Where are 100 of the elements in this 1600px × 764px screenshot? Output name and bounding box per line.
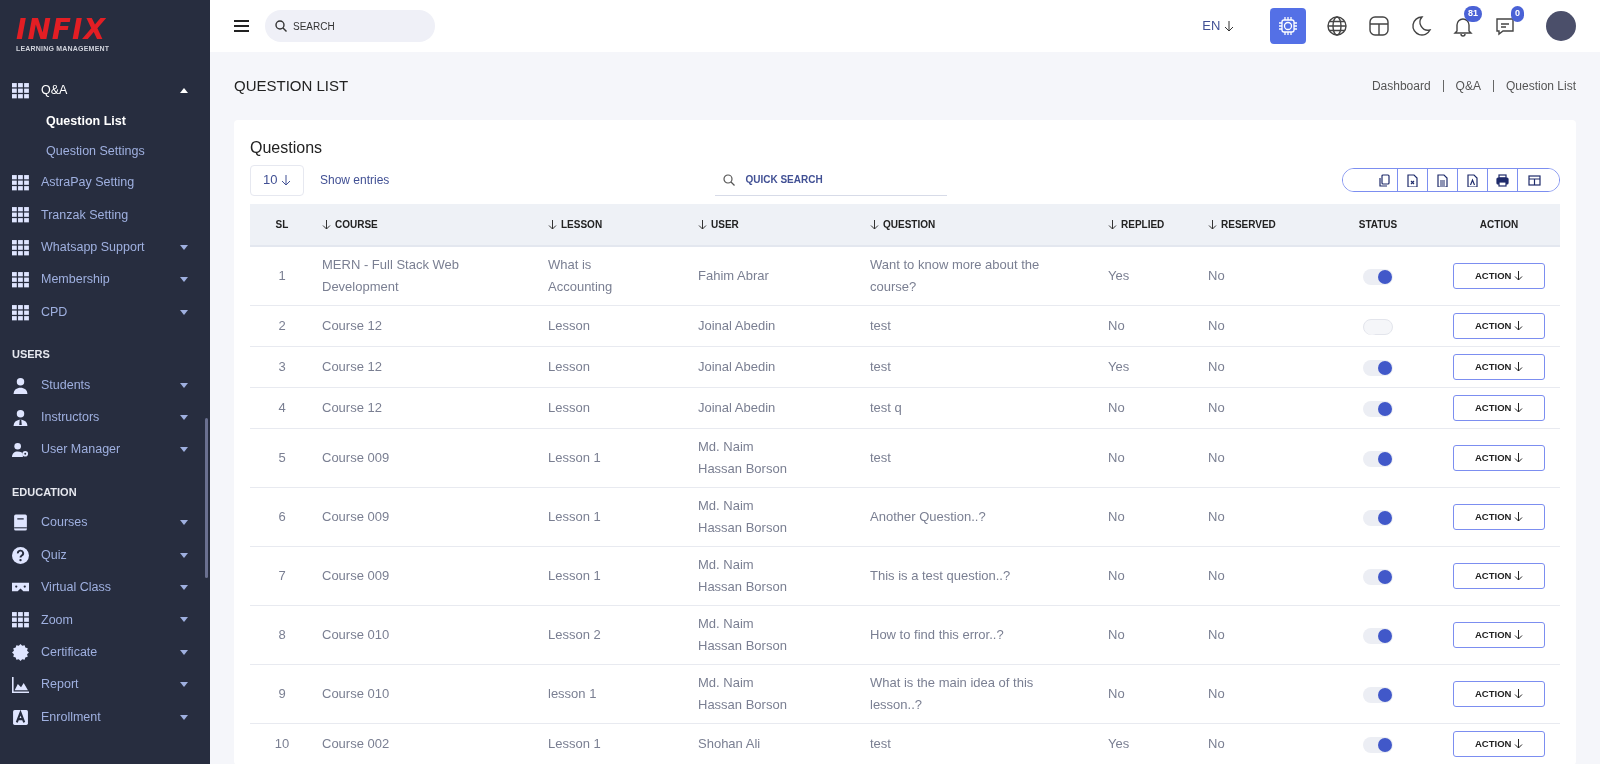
sidebar-item[interactable]: Zoom [0,603,210,637]
count-badge: 0 [1511,6,1524,22]
column-header[interactable]: USER [690,204,862,246]
table-cell: No [1200,664,1318,724]
status-toggle[interactable] [1363,736,1393,753]
column-header: ACTION [1438,204,1560,246]
action-dropdown-button[interactable]: ACTION [1453,563,1545,589]
search-icon [723,174,736,186]
column-header[interactable]: QUESTION [862,204,1100,246]
table-cell: No [1200,605,1318,665]
table-cell: test [862,305,1100,347]
action-dropdown-button[interactable]: ACTION [1453,622,1545,648]
table-cell: Course 12 [314,305,540,347]
user-gear-icon [12,441,29,459]
table-cell: No [1200,546,1318,606]
table-cell: 8 [250,605,314,665]
sidebar-item[interactable]: Q&A [0,74,210,107]
action-dropdown-button[interactable]: ACTION [1453,731,1545,757]
sidebar-item[interactable]: Students [0,368,210,402]
action-dropdown-button[interactable]: ACTION [1453,681,1545,707]
moon-icon[interactable] [1410,15,1432,37]
menu-icon[interactable] [234,20,249,32]
arrow-down-icon [1514,271,1524,282]
action-dropdown-button[interactable]: ACTION [1453,445,1545,471]
table-cell: Fahim Abrar [690,246,862,306]
table-cell: No [1100,664,1200,724]
table-cell: test [862,346,1100,388]
area-chart-icon [12,676,29,694]
arrow-down-icon [1514,453,1524,464]
table-cell: Md. Naim Hassan Borson [690,428,862,488]
sidebar-item[interactable]: Instructors [0,401,210,434]
column-header[interactable]: LESSON [540,204,690,246]
status-toggle[interactable] [1363,450,1393,467]
status-toggle[interactable] [1363,268,1393,285]
column-header[interactable]: REPLIED [1100,204,1200,246]
sidebar-item[interactable]: Virtual Class [0,571,210,604]
sidebar-item[interactable]: Report [0,668,210,701]
columns-button[interactable] [1517,169,1559,191]
status-toggle[interactable] [1363,686,1393,703]
entries-select[interactable]: 10 [250,164,304,196]
action-dropdown-button[interactable]: ACTION [1453,313,1545,339]
layout-icon[interactable] [1368,15,1390,37]
sidebar-item[interactable]: Courses [0,506,210,539]
action-dropdown-button[interactable]: ACTION [1453,504,1545,530]
status-toggle[interactable] [1363,359,1393,376]
sidebar-item[interactable]: Enrollment [0,700,210,734]
grid-icon [12,238,29,256]
sidebar-item[interactable]: Certificate [0,636,210,669]
search-field[interactable]: SEARCH [265,10,435,42]
status-toggle[interactable] [1363,318,1393,335]
breadcrumb-link[interactable]: Q&A [1455,77,1481,95]
ai-chip-button[interactable] [1270,8,1306,44]
sidebar-item[interactable]: Quiz [0,538,210,572]
status-toggle[interactable] [1363,568,1393,585]
status-toggle[interactable] [1363,509,1393,526]
bell-icon[interactable] [1452,15,1474,37]
table-cell: lesson 1 [540,664,690,724]
sidebar-subitem[interactable]: Question List [0,106,210,137]
breadcrumb-link[interactable]: Question List [1505,77,1576,95]
table-cell: 2 [250,305,314,347]
avatar[interactable] [1546,11,1576,41]
sidebar-subitem[interactable]: Question Settings [0,136,210,167]
column-header[interactable]: COURSE [314,204,540,246]
sidebar-item[interactable]: Tranzak Setting [0,198,210,232]
badge-icon [12,643,29,661]
quick-search-field[interactable]: QUICK SEARCH [715,164,948,196]
chip-icon [1278,16,1298,37]
sidebar-item[interactable]: Membership [0,263,210,296]
status-toggle[interactable] [1363,627,1393,644]
sidebar-item[interactable]: CPD [0,295,210,329]
column-header: STATUS [1318,204,1438,246]
arrow-down-icon [1514,321,1524,332]
action-dropdown-button[interactable]: ACTION [1453,263,1545,289]
table-cell: How to find this error..? [862,605,1100,665]
copy-icon [1378,173,1391,187]
sidebar-item[interactable]: Whatsapp Support [0,231,210,264]
sidebar-item[interactable]: AstraPay Setting [0,166,210,199]
table-cell: No [1100,487,1200,547]
status-toggle[interactable] [1363,400,1393,417]
table-cell: Lesson 1 [540,546,690,606]
arrow-down-icon [1514,739,1524,750]
question-icon [12,546,29,564]
column-header[interactable]: RESERVED [1200,204,1318,246]
table-cell: No [1100,546,1200,606]
table-cell: Yes [1100,346,1200,388]
table-cell: 7 [250,546,314,606]
action-dropdown-button[interactable]: ACTION [1453,395,1545,421]
columns-icon [1528,173,1541,187]
language-selector[interactable]: EN [1202,16,1234,36]
sidebar-item[interactable]: User Manager [0,433,210,466]
table-cell: Lesson [540,387,690,429]
scrollbar[interactable] [205,418,208,578]
chat-icon[interactable] [1494,15,1516,37]
action-dropdown-button[interactable]: ACTION [1453,354,1545,380]
grid-icon [12,271,29,289]
breadcrumb-link[interactable]: Dashboard [1371,77,1431,95]
table-cell: Course 010 [314,605,540,665]
arrow-down-icon [1224,21,1234,33]
table-cell: Md. Naim Hassan Borson [690,487,862,547]
globe-icon[interactable] [1326,15,1348,37]
